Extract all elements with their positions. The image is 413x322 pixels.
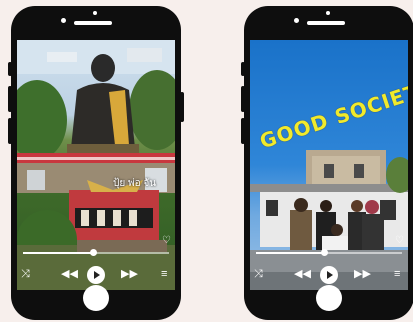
- rewind-icon[interactable]: ◀◀: [61, 269, 78, 280]
- shuffle-icon[interactable]: ⤨: [21, 269, 30, 280]
- progress-bar[interactable]: [256, 249, 402, 256]
- front-camera: [61, 18, 66, 23]
- menu-icon[interactable]: ≡: [394, 269, 400, 280]
- video-screen[interactable]: ปุ้ย พ่อ จัน ♡ ⤨ ◀◀ ▶▶ ≡: [17, 40, 175, 290]
- phone-left: ปุ้ย พ่อ จัน ♡ ⤨ ◀◀ ▶▶ ≡: [8, 6, 184, 320]
- volume-down-button: [241, 118, 245, 144]
- mute-switch: [241, 62, 245, 76]
- progress-knob[interactable]: [321, 249, 328, 256]
- mute-switch: [8, 62, 12, 76]
- fast-forward-icon[interactable]: ▶▶: [121, 269, 138, 280]
- video-screen[interactable]: GOOD SOCIETY ♡ ⤨ ◀◀ ▶▶ ≡: [250, 40, 408, 290]
- play-icon[interactable]: [320, 266, 338, 284]
- play-icon[interactable]: [87, 266, 105, 284]
- progress-knob[interactable]: [90, 249, 97, 256]
- heart-icon[interactable]: ♡: [162, 236, 171, 246]
- volume-down-button: [8, 118, 12, 144]
- shuffle-icon[interactable]: ⤨: [254, 269, 263, 280]
- progress-bar[interactable]: [23, 249, 169, 256]
- fast-forward-icon[interactable]: ▶▶: [354, 269, 371, 280]
- front-sensor: [326, 11, 330, 15]
- front-sensor: [93, 11, 97, 15]
- home-button[interactable]: [316, 285, 342, 311]
- front-camera: [294, 18, 299, 23]
- power-button: [180, 92, 184, 122]
- video-caption: ปุ้ย พ่อ จัน: [113, 178, 157, 189]
- heart-icon[interactable]: ♡: [395, 236, 404, 246]
- menu-icon[interactable]: ≡: [161, 269, 167, 280]
- rewind-icon[interactable]: ◀◀: [294, 269, 311, 280]
- earpiece-speaker: [74, 21, 112, 25]
- earpiece-speaker: [307, 21, 345, 25]
- progress-fill: [256, 252, 324, 254]
- progress-fill: [23, 252, 94, 254]
- volume-up-button: [8, 86, 12, 112]
- phone-right: GOOD SOCIETY ♡ ⤨ ◀◀ ▶▶ ≡: [241, 6, 413, 320]
- volume-up-button: [241, 86, 245, 112]
- home-button[interactable]: [83, 285, 109, 311]
